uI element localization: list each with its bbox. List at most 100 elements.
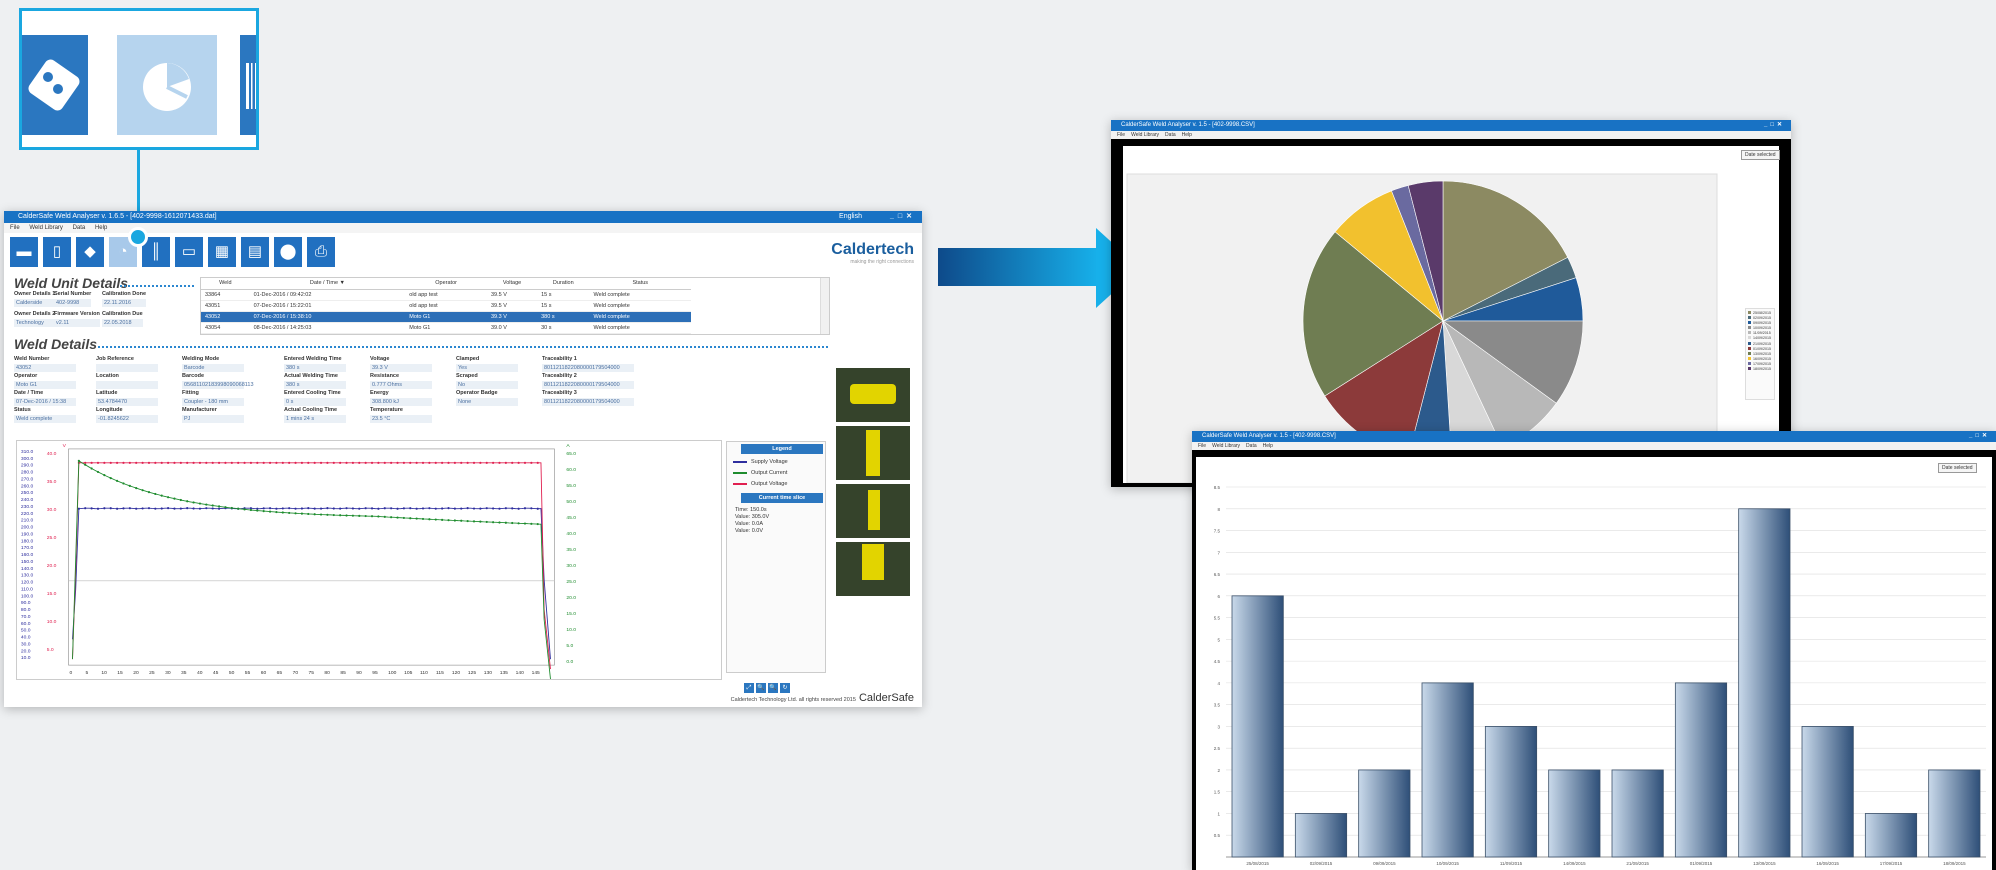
weld-photo[interactable] [836,368,910,422]
table-cell: 39.5 V [486,300,538,312]
menu-help[interactable]: Help [1263,443,1273,449]
bar[interactable] [1294,813,1348,858]
bar[interactable] [1928,769,1981,858]
y-tick-label: 40.0 [21,635,31,641]
table-scrollbar[interactable] [820,278,829,334]
window-controls[interactable]: _□✕ [1969,431,1990,442]
x-tick-label: 95 [372,670,378,676]
report-icon[interactable]: ▤ [241,237,269,267]
bar[interactable] [1864,813,1918,858]
menu-weld-library[interactable]: Weld Library [1212,443,1240,449]
menu-data[interactable]: Data [1246,443,1257,449]
y-tick-label: 200.0 [21,525,34,531]
x-tick-label: 70 [293,670,299,676]
series-point [198,507,202,510]
menu-file[interactable]: File [1117,132,1125,138]
series-point [523,522,527,525]
printer-icon[interactable]: ⎙ [307,237,335,267]
bar[interactable] [1358,769,1411,858]
bar[interactable] [1674,682,1728,858]
bar[interactable] [1738,508,1791,858]
x-tick-label: 10 [101,670,107,676]
date-selected-button[interactable]: Date selected [1741,150,1780,160]
series-point [345,461,348,464]
menu-weld-library[interactable]: Weld Library [1131,132,1159,138]
series-point [479,507,482,510]
weld-photo[interactable] [836,426,910,480]
menu-help[interactable]: Help [95,225,107,231]
table-row[interactable]: 43052 07-Dec-2016 / 15:38:10 Moto G1 39.3 V… [201,311,691,323]
legend-supply-voltage[interactable]: Supply Voltage [733,459,819,465]
table-row[interactable]: 43054 08-Dec-2016 / 14:25:03 Moto G1 39.0 V… [201,322,691,334]
column-weld[interactable]: Weld [201,278,250,290]
weld-photo[interactable] [836,484,910,538]
menu-help[interactable]: Help [1182,132,1192,138]
series-point [409,507,412,510]
language-selector[interactable]: English [839,211,862,223]
series-point [268,510,272,513]
main-toolbar: ▬ ▯ ◆ ◔ ║ ▭ ▦ ▤ ⬤ ⎙ [10,237,340,269]
weld-photo[interactable] [836,542,910,596]
window-titlebar: CalderSafe Weld Analyser v. 1.6.5 - [402… [4,211,922,223]
column-voltage[interactable]: Voltage [486,278,538,290]
x-tick-label: 145 [532,670,540,676]
series-point [256,461,259,464]
bar[interactable] [1801,726,1854,858]
column-date-time[interactable]: Date / Time ▼ [249,278,406,290]
bar[interactable] [1231,595,1284,858]
table-cell: 380 s [537,311,590,323]
series-point [332,513,335,517]
tag-icon[interactable]: ◆ [76,237,104,267]
table-row[interactable]: 33864 01-Dec-2016 / 09:42:02 old app test 3… [201,289,691,301]
phone-icon[interactable]: ▯ [43,237,71,267]
column-status[interactable]: Status [589,278,691,290]
bar-window-title: CalderSafe Weld Analyser v. 1.5 - [402-9… [1202,433,1336,439]
x-tick-label: 0 [70,670,73,676]
y-tick-label: 20.0 [47,563,57,569]
y-tick-label: 35.0 [47,479,57,485]
series-point [351,514,354,517]
bar-chart[interactable]: 0.5 1 1.5 2 2.5 3 3.5 4 4.5 5 5.5 6 6.5 7 7.5 8 8.5 25/08… [1196,457,1992,870]
x-tick-label: 09/09/2015 [1373,861,1396,866]
series-point [205,503,208,506]
menu-file[interactable]: File [1198,443,1206,449]
column-duration[interactable]: Duration [537,278,590,290]
field-actual-cooling-time: Actual Cooling Time 1 mins 24 s [284,407,346,423]
x-tick-label: 01/09/2015 [1690,861,1713,866]
x-tick-label: 125 [468,670,476,676]
series-point [453,519,456,522]
location-pin-icon[interactable]: ⬤ [274,237,302,267]
table-row[interactable]: 43051 07-Dec-2016 / 15:22:01 old app test 3… [201,300,691,312]
series-point [466,519,469,523]
y-tick-label: 120.0 [21,580,34,586]
series-point [319,461,323,464]
bar[interactable] [1484,726,1538,858]
y-tick-label: 1.5 [1214,790,1221,795]
series-point [441,518,444,521]
series-point [492,507,495,510]
window-controls[interactable]: _□✕ [1764,120,1785,131]
book-icon[interactable]: ▭ [175,237,203,267]
legend-output-voltage[interactable]: Output Voltage [733,481,819,487]
footer-brand: CalderSafe [858,692,914,704]
menu-data[interactable]: Data [73,225,86,231]
menu-data[interactable]: Data [1165,132,1176,138]
brand-tagline: making the right connections [850,259,914,265]
series-point [511,507,514,510]
bar[interactable] [1421,682,1474,858]
bar[interactable] [1611,769,1664,858]
bar[interactable] [1548,769,1601,858]
column-operator[interactable]: Operator [405,278,487,290]
series-point [160,494,163,497]
series-point [383,461,386,464]
series-point [109,461,112,464]
menu-weld-library[interactable]: Weld Library [29,225,63,231]
menu-file[interactable]: File [10,225,20,231]
window-controls[interactable]: _□✕ [890,211,916,223]
weld-graph[interactable]: 310.0300.0290.0280.0270.0260.0250.0240.0… [16,440,722,680]
series-point [345,507,348,510]
folder-icon[interactable]: ▬ [10,237,38,267]
legend-output-current[interactable]: Output Current [733,470,819,476]
table-icon[interactable]: ▦ [208,237,236,267]
series-point [313,507,316,510]
